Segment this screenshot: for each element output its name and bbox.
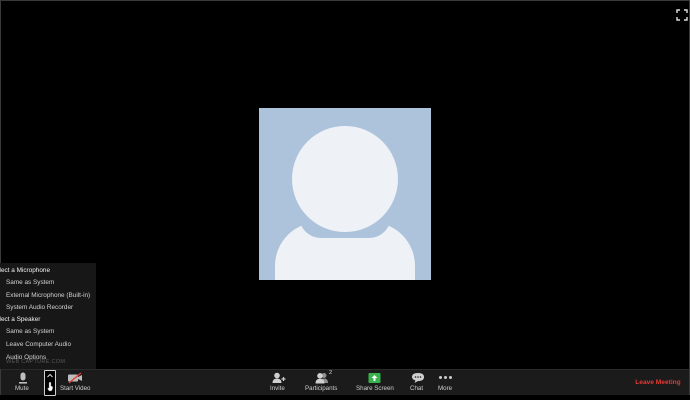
microphone-option-external[interactable]: External Microphone (Built-in): [6, 291, 90, 301]
participants-button[interactable]: 2 Participants: [304, 370, 340, 395]
fullscreen-icon[interactable]: [676, 9, 688, 21]
audio-settings-arrow[interactable]: [44, 370, 56, 396]
microphone-section-header: elect a Microphone: [0, 267, 50, 274]
participants-label: Participants: [305, 385, 338, 392]
microphone-option-same-as-system[interactable]: Same as System: [6, 278, 54, 288]
avatar-head-shape: [292, 126, 398, 232]
mute-button[interactable]: Mute: [11, 370, 35, 395]
participant-avatar: [259, 108, 431, 280]
chat-label: Chat: [410, 385, 424, 392]
leave-meeting-button[interactable]: Leave Meeting: [629, 378, 687, 388]
speaker-option-same-as-system[interactable]: Same as System: [6, 327, 54, 337]
leave-computer-audio-option[interactable]: Leave Computer Audio: [6, 340, 71, 350]
speaker-section-header: elect a Speaker: [0, 316, 41, 323]
meeting-toolbar: Mute Start Video Invite 2 Participants S…: [1, 369, 689, 396]
audio-menu: elect a Microphone Same as System Extern…: [0, 263, 96, 369]
share-screen-button[interactable]: Share Screen: [355, 370, 394, 395]
chat-button[interactable]: Chat: [409, 370, 427, 395]
microphone-option-system-audio-recorder[interactable]: System Audio Recorder: [6, 303, 73, 313]
watermark: WEB CAPTURE.COM: [6, 359, 66, 365]
more-button[interactable]: More: [437, 370, 455, 395]
invite-button[interactable]: Invite: [269, 370, 289, 395]
start-video-label: Start Video: [60, 385, 91, 392]
chat-icon: [412, 373, 424, 383]
share-screen-label: Share Screen: [356, 385, 394, 392]
chevron-up-icon: [47, 373, 53, 392]
more-icon: [439, 376, 453, 380]
invite-label: Invite: [270, 385, 285, 392]
participants-icon: [315, 373, 328, 384]
mute-label: Mute: [15, 385, 29, 392]
video-off-icon: [68, 372, 82, 384]
invite-icon: [272, 372, 286, 383]
more-label: More: [438, 385, 453, 392]
start-video-button[interactable]: Start Video: [59, 370, 91, 395]
participants-count-badge: 2: [329, 370, 333, 376]
microphone-icon: [19, 372, 27, 384]
share-screen-icon: [368, 373, 381, 383]
